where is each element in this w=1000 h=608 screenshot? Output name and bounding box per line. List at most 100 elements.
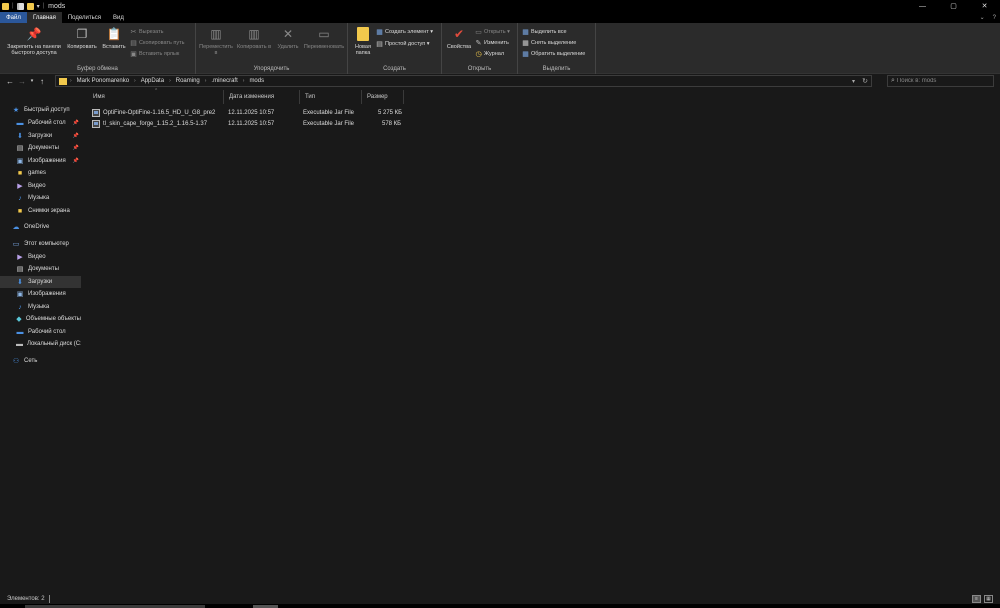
copy-to-button[interactable]: ▥ Копировать в bbox=[236, 26, 272, 50]
select-none-button[interactable]: ▦ Снять выделение bbox=[522, 39, 576, 47]
edit-icon: ✎ bbox=[475, 39, 482, 47]
create-group-label: Создать bbox=[383, 66, 406, 72]
search-box[interactable]: ⌕ bbox=[887, 75, 994, 87]
history-button[interactable]: ◷ Журнал bbox=[475, 50, 504, 58]
sidebar-item[interactable]: ⬇ Загрузки bbox=[0, 276, 81, 288]
new-folder-button[interactable]: Новая папка bbox=[352, 26, 374, 56]
sidebar-item[interactable]: ▶ Видео bbox=[0, 251, 81, 263]
sidebar-item-label: OneDrive bbox=[24, 224, 50, 230]
sidebar-item[interactable]: ■ Снимки экрана bbox=[0, 205, 81, 217]
column-header-name[interactable]: Имя bbox=[88, 90, 224, 104]
sidebar-item[interactable]: ◆ Объемные объекты bbox=[0, 313, 81, 325]
breadcrumb-minecraft[interactable]: .minecraft bbox=[211, 78, 237, 84]
drive-icon: ▬ bbox=[16, 340, 23, 348]
select-all-icon: ▦ bbox=[522, 28, 529, 36]
horizontal-scrollbar[interactable] bbox=[0, 604, 1000, 608]
breadcrumb-roaming[interactable]: Roaming bbox=[176, 78, 200, 84]
forward-button[interactable]: → bbox=[16, 75, 28, 87]
file-list: ⌃ Имя Дата изменения Тип Размер OptiFine… bbox=[82, 88, 1000, 592]
file-row[interactable]: tl_skin_cape_forge_1.15.2_1.16.5-1.37 12… bbox=[88, 118, 408, 129]
sidebar-item[interactable]: ▬ Рабочий стол bbox=[0, 326, 81, 338]
select-all-button[interactable]: ▦ Выделить все bbox=[522, 28, 566, 36]
new-folder-label: Новая папка bbox=[355, 44, 371, 56]
large-icons-view-button[interactable]: ▦ bbox=[984, 595, 993, 603]
close-button[interactable]: ✕ bbox=[969, 0, 1000, 12]
paste-shortcut-button[interactable]: ▣ Вставить ярлык bbox=[130, 50, 179, 58]
clipboard-group: 📌 Закрепить на панели быстрого доступа ❐… bbox=[0, 23, 196, 74]
sidebar-item[interactable]: ⚇ Сеть bbox=[0, 355, 81, 367]
sidebar-item[interactable]: ▭ Этот компьютер bbox=[0, 238, 81, 250]
edit-button[interactable]: ✎ Изменить bbox=[475, 39, 509, 47]
sidebar-item[interactable]: ☁ OneDrive bbox=[0, 221, 81, 233]
sidebar-item[interactable]: ★ Быстрый доступ bbox=[0, 104, 81, 116]
breadcrumb-user[interactable]: Mark Ponomarenko bbox=[77, 78, 129, 84]
invert-selection-button[interactable]: ▦ Обратить выделение bbox=[522, 50, 586, 58]
paste-button[interactable]: 📋 Вставить bbox=[100, 26, 128, 50]
ribbon-collapse-icon[interactable]: ⌄ bbox=[980, 14, 985, 21]
sidebar-item[interactable]: ♪ Музыка bbox=[0, 192, 81, 204]
maximize-button[interactable]: ▢ bbox=[938, 0, 969, 12]
copy-path-button[interactable]: ▤ Скопировать путь bbox=[130, 39, 184, 47]
column-header-date[interactable]: Дата изменения bbox=[224, 90, 300, 104]
rename-icon: ▭ bbox=[318, 27, 330, 41]
copy-button[interactable]: ❐ Копировать bbox=[66, 26, 98, 50]
file-row[interactable]: OptiFine-OptiFine-1.16.5_HD_U_G8_pre2 12… bbox=[88, 107, 408, 118]
sidebar-item[interactable]: ▣ Изображения 📌 bbox=[0, 155, 81, 167]
tab-share[interactable]: Поделиться bbox=[62, 12, 107, 23]
help-icon[interactable]: ? bbox=[993, 15, 996, 21]
address-dropdown-icon[interactable]: ▾ bbox=[852, 76, 855, 86]
file-name: OptiFine-OptiFine-1.16.5_HD_U_G8_pre2 bbox=[103, 109, 216, 116]
sidebar-item[interactable]: ■ games bbox=[0, 167, 81, 179]
sidebar-item[interactable]: ▬ Рабочий стол 📌 bbox=[0, 117, 81, 129]
properties-icon[interactable] bbox=[16, 2, 24, 10]
column-header-size[interactable]: Размер bbox=[362, 90, 404, 104]
cut-button[interactable]: ✂ Вырезать bbox=[130, 28, 164, 36]
recent-locations-button[interactable]: ▾ bbox=[28, 75, 36, 87]
cube-icon: ◆ bbox=[16, 316, 22, 323]
sidebar-item[interactable]: ▣ Изображения bbox=[0, 288, 81, 300]
sidebar-item[interactable]: ▤ Документы bbox=[0, 263, 81, 275]
tab-view[interactable]: Вид bbox=[107, 12, 130, 23]
rename-label: Переименовать bbox=[303, 44, 345, 50]
sidebar-item[interactable]: ▶ Видео bbox=[0, 180, 81, 192]
properties-button[interactable]: ✔ Свойства bbox=[445, 26, 473, 50]
breadcrumb-separator: › bbox=[134, 78, 136, 84]
easy-access-button[interactable]: ▤ Простой доступ ▾ bbox=[376, 40, 429, 48]
details-view-icon: ≡ bbox=[975, 596, 978, 602]
folder-icon bbox=[2, 2, 9, 10]
new-item-button[interactable]: ▦ Создать элемент ▾ bbox=[376, 28, 433, 36]
search-icon: ⌕ bbox=[891, 77, 895, 84]
column-header-type[interactable]: Тип bbox=[300, 90, 362, 104]
new-folder-icon[interactable] bbox=[26, 2, 34, 10]
move-to-button[interactable]: ▥ Переместить в bbox=[198, 26, 234, 56]
status-separator bbox=[49, 595, 50, 603]
arrow-right-icon: → bbox=[18, 76, 26, 86]
tab-file[interactable]: Файл bbox=[0, 12, 27, 23]
open-button[interactable]: ▭ Открыть ▾ bbox=[475, 28, 510, 36]
up-button[interactable]: ↑ bbox=[36, 75, 48, 87]
download-icon: ⬇ bbox=[17, 279, 23, 286]
sidebar-item[interactable]: ♪ Музыка bbox=[0, 301, 81, 313]
chevron-down-icon[interactable]: ▾ bbox=[37, 3, 40, 10]
delete-button[interactable]: ✕ Удалить bbox=[274, 26, 302, 50]
back-button[interactable]: ← bbox=[4, 75, 16, 87]
tab-home[interactable]: Главная bbox=[27, 12, 62, 23]
sidebar-item[interactable]: ▬ Локальный диск (C:) bbox=[0, 338, 81, 350]
refresh-icon[interactable]: ↻ bbox=[862, 76, 868, 86]
invert-selection-label: Обратить выделение bbox=[531, 50, 586, 57]
copy-path-icon: ▤ bbox=[130, 39, 137, 47]
minimize-button[interactable]: — bbox=[907, 0, 938, 12]
details-view-button[interactable]: ≡ bbox=[972, 595, 981, 603]
rename-button[interactable]: ▭ Переименовать bbox=[302, 26, 346, 50]
pin-quick-access-button[interactable]: 📌 Закрепить на панели быстрого доступа bbox=[2, 26, 66, 56]
pin-icon: 📌 bbox=[72, 158, 79, 164]
breadcrumb-appdata[interactable]: AppData bbox=[141, 78, 164, 84]
file-type: Executable Jar File bbox=[303, 109, 355, 116]
breadcrumb-mods[interactable]: mods bbox=[249, 78, 264, 84]
address-bar[interactable]: › Mark Ponomarenko › AppData › Roaming ›… bbox=[55, 75, 872, 87]
items-count: Элементов: 2 bbox=[7, 596, 45, 602]
search-input[interactable] bbox=[896, 78, 987, 84]
sidebar-item[interactable]: ⬇ Загрузки 📌 bbox=[0, 130, 81, 142]
sidebar-item-label: Рабочий стол bbox=[28, 120, 66, 126]
sidebar-item[interactable]: ▤ Документы 📌 bbox=[0, 142, 81, 154]
